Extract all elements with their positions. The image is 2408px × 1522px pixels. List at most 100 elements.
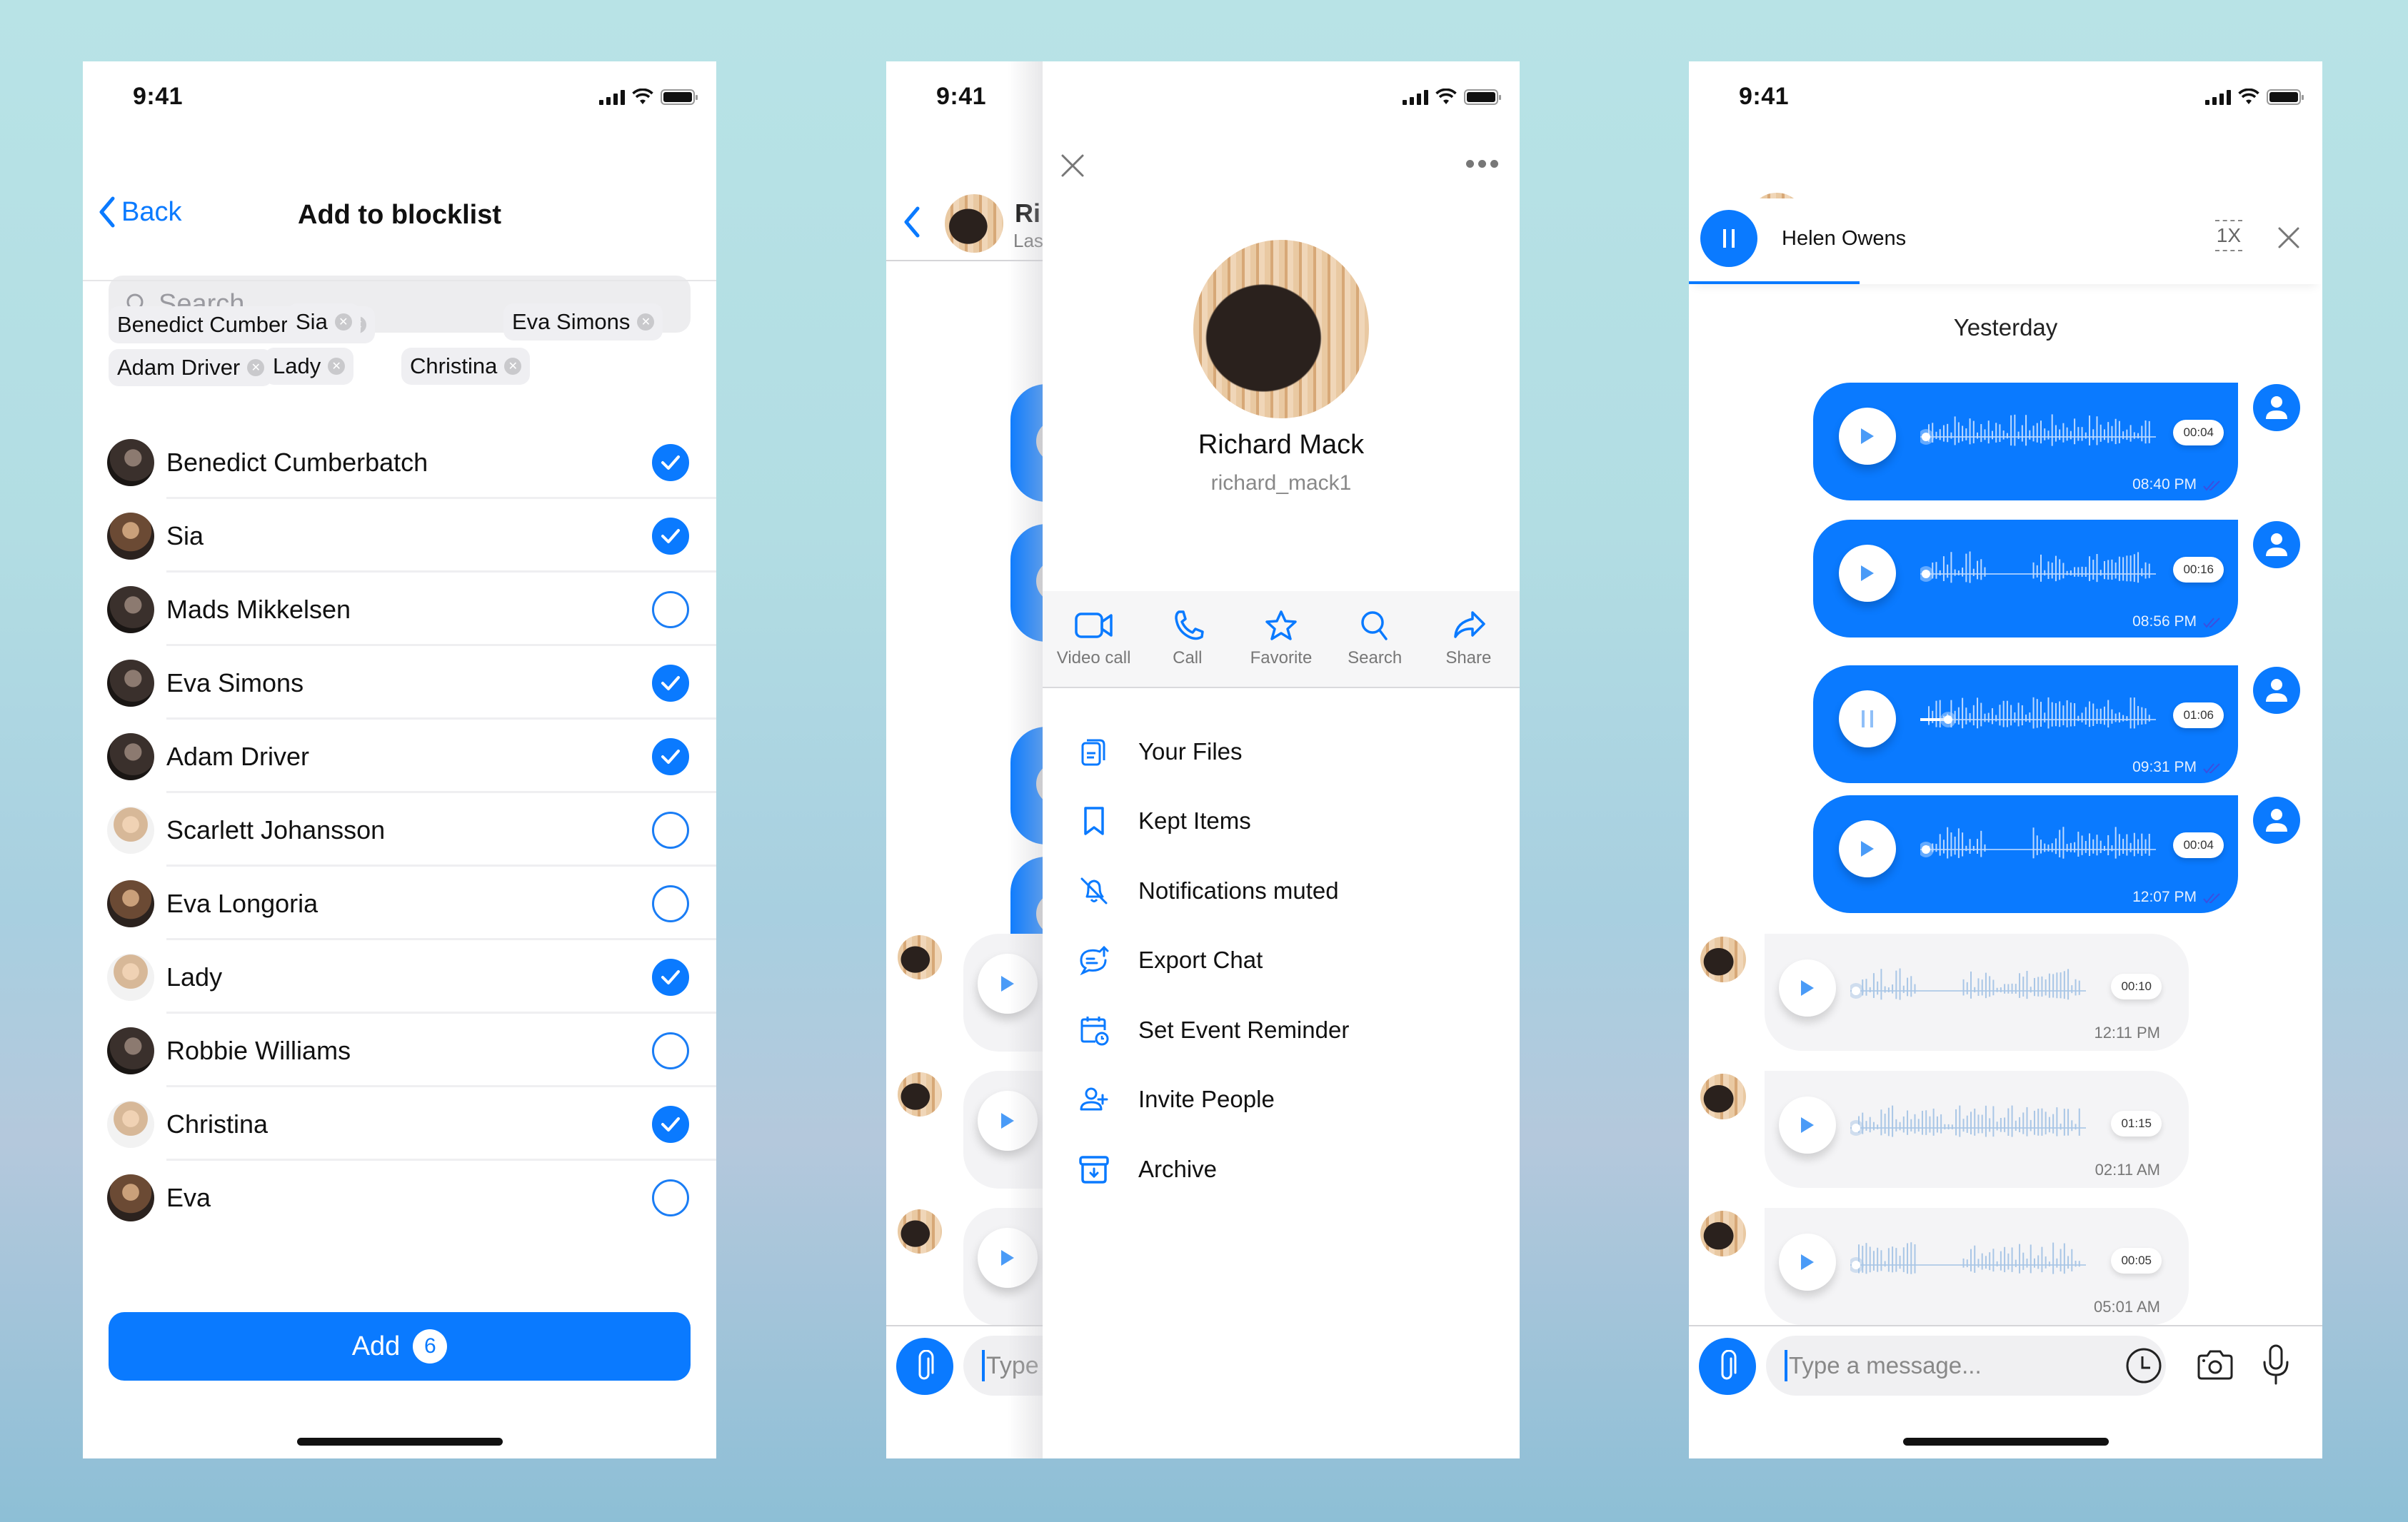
play-button[interactable] <box>1779 1097 1836 1154</box>
timestamp: 08:56 PM <box>2132 613 2197 630</box>
waveform[interactable] <box>1850 1236 2086 1286</box>
menu-item-invite-people[interactable]: Invite People <box>1043 1065 1520 1135</box>
waveform[interactable] <box>1920 548 2156 598</box>
contact-row[interactable]: Eva Simons <box>83 646 716 720</box>
contact-row[interactable]: Mads Mikkelsen <box>83 573 716 646</box>
remove-chip-icon[interactable]: ✕ <box>637 313 655 331</box>
contact-row[interactable]: Lady <box>83 940 716 1014</box>
add-button-label: Add <box>351 1331 401 1361</box>
user-icon <box>2266 679 2287 702</box>
profile-avatar <box>1193 240 1369 418</box>
menu-item-your-files[interactable]: Your Files <box>1043 717 1520 787</box>
waveform[interactable] <box>1920 694 2156 744</box>
contact-row[interactable]: Eva <box>83 1161 716 1234</box>
menu-item-event-reminder[interactable]: Set Event Reminder <box>1043 995 1520 1065</box>
contact-list: Benedict Cumberbatch Sia Mads Mikkelsen Eva… <box>83 425 716 1234</box>
read-receipt-icon <box>2203 763 2220 774</box>
play-icon <box>1861 565 1874 581</box>
my-avatar <box>2253 667 2300 714</box>
avatar <box>898 935 942 979</box>
checkbox[interactable] <box>652 1105 689 1143</box>
waveform[interactable] <box>1920 824 2156 874</box>
menu-item-export-chat[interactable]: Export Chat <box>1043 926 1520 996</box>
contact-row[interactable]: Sia <box>83 499 716 573</box>
checkbox[interactable] <box>652 885 689 922</box>
profile-screen: 9:41 Ri Las Type <box>886 61 1520 1458</box>
chip[interactable]: Eva Simons ✕ <box>503 303 663 341</box>
play-button[interactable] <box>1839 408 1896 465</box>
call-button[interactable]: Call <box>1145 610 1230 668</box>
contact-name: Eva Longoria <box>166 888 318 918</box>
contact-row[interactable]: Robbie Williams <box>83 1014 716 1087</box>
play-button[interactable] <box>1839 545 1896 602</box>
player-progress-bar[interactable] <box>1689 281 1860 284</box>
contact-row[interactable]: Eva Longoria <box>83 867 716 940</box>
checkbox[interactable] <box>652 1032 689 1069</box>
avatar <box>107 512 154 560</box>
checkbox[interactable] <box>652 737 689 775</box>
search-icon <box>1361 611 1388 640</box>
waveform[interactable] <box>1920 411 2156 461</box>
checkbox[interactable] <box>652 1179 689 1216</box>
wifi-icon <box>1435 89 1457 104</box>
avatar <box>107 880 154 927</box>
clock-icon[interactable] <box>2124 1346 2163 1385</box>
status-time: 9:41 <box>1739 83 1790 110</box>
chevron-left-icon[interactable] <box>901 204 922 240</box>
status-bar: 9:41 <box>83 61 716 133</box>
contact-row[interactable]: Christina <box>83 1087 716 1161</box>
pause-button[interactable] <box>1700 210 1757 267</box>
contact-row[interactable]: Benedict Cumberbatch <box>83 425 716 499</box>
chip[interactable]: Adam Driver ✕ <box>109 349 274 386</box>
play-button[interactable] <box>1779 959 1836 1017</box>
checkbox[interactable] <box>652 443 689 481</box>
wifi-icon <box>632 89 653 104</box>
checkbox[interactable] <box>652 811 689 849</box>
wifi-icon <box>2238 89 2259 104</box>
contact-row[interactable]: Scarlett Johansson <box>83 793 716 867</box>
search-button[interactable]: Search <box>1332 610 1418 668</box>
play-button[interactable] <box>1779 1234 1836 1291</box>
remove-chip-icon[interactable]: ✕ <box>328 358 346 375</box>
menu-item-notifications[interactable]: Notifications muted <box>1043 856 1520 926</box>
play-button[interactable] <box>1839 820 1896 877</box>
contact-row[interactable]: Adam Driver <box>83 720 716 793</box>
files-icon <box>1081 739 1105 766</box>
video-call-button[interactable]: Video call <box>1051 610 1137 668</box>
remove-chip-icon[interactable]: ✕ <box>504 358 522 375</box>
message-input[interactable]: Type a message... <box>1766 1336 2166 1396</box>
attach-button[interactable] <box>1699 1338 1756 1395</box>
share-button[interactable]: Share <box>1425 610 1511 668</box>
menu-item-label: Export Chat <box>1138 947 1263 974</box>
remove-chip-icon[interactable]: ✕ <box>334 313 352 331</box>
playback-speed-button[interactable]: 1X <box>2214 220 2242 251</box>
attach-button[interactable] <box>896 1338 953 1395</box>
contact-name: Christina <box>166 1109 269 1139</box>
my-avatar <box>2253 797 2300 844</box>
favorite-button[interactable]: Favorite <box>1238 610 1324 668</box>
menu-item-archive[interactable]: Archive <box>1043 1134 1520 1204</box>
chip[interactable]: Christina ✕ <box>401 348 531 385</box>
signal-icon <box>599 89 625 105</box>
battery-icon <box>1464 89 1501 105</box>
checkbox[interactable] <box>652 590 689 628</box>
checkbox[interactable] <box>652 958 689 996</box>
menu-item-kept-items[interactable]: Kept Items <box>1043 787 1520 857</box>
avatar <box>898 1072 942 1117</box>
waveform[interactable] <box>1850 962 2086 1012</box>
chip-label: Christina <box>410 353 498 378</box>
pause-button[interactable] <box>1839 690 1896 747</box>
microphone-icon[interactable] <box>2260 1344 2292 1386</box>
player-sender-name: Helen Owens <box>1782 227 1907 250</box>
more-options-icon[interactable] <box>1466 160 1498 168</box>
add-button[interactable]: Add 6 <box>109 1312 691 1381</box>
checkbox[interactable] <box>652 517 689 555</box>
chip[interactable]: Sia ✕ <box>287 303 361 341</box>
close-icon[interactable] <box>2277 226 2301 250</box>
checkbox[interactable] <box>652 664 689 702</box>
chip[interactable]: Lady ✕ <box>264 348 354 385</box>
remove-chip-icon[interactable]: ✕ <box>247 359 265 376</box>
camera-icon[interactable] <box>2196 1349 2234 1381</box>
waveform[interactable] <box>1850 1099 2086 1149</box>
close-icon[interactable] <box>1058 151 1087 180</box>
